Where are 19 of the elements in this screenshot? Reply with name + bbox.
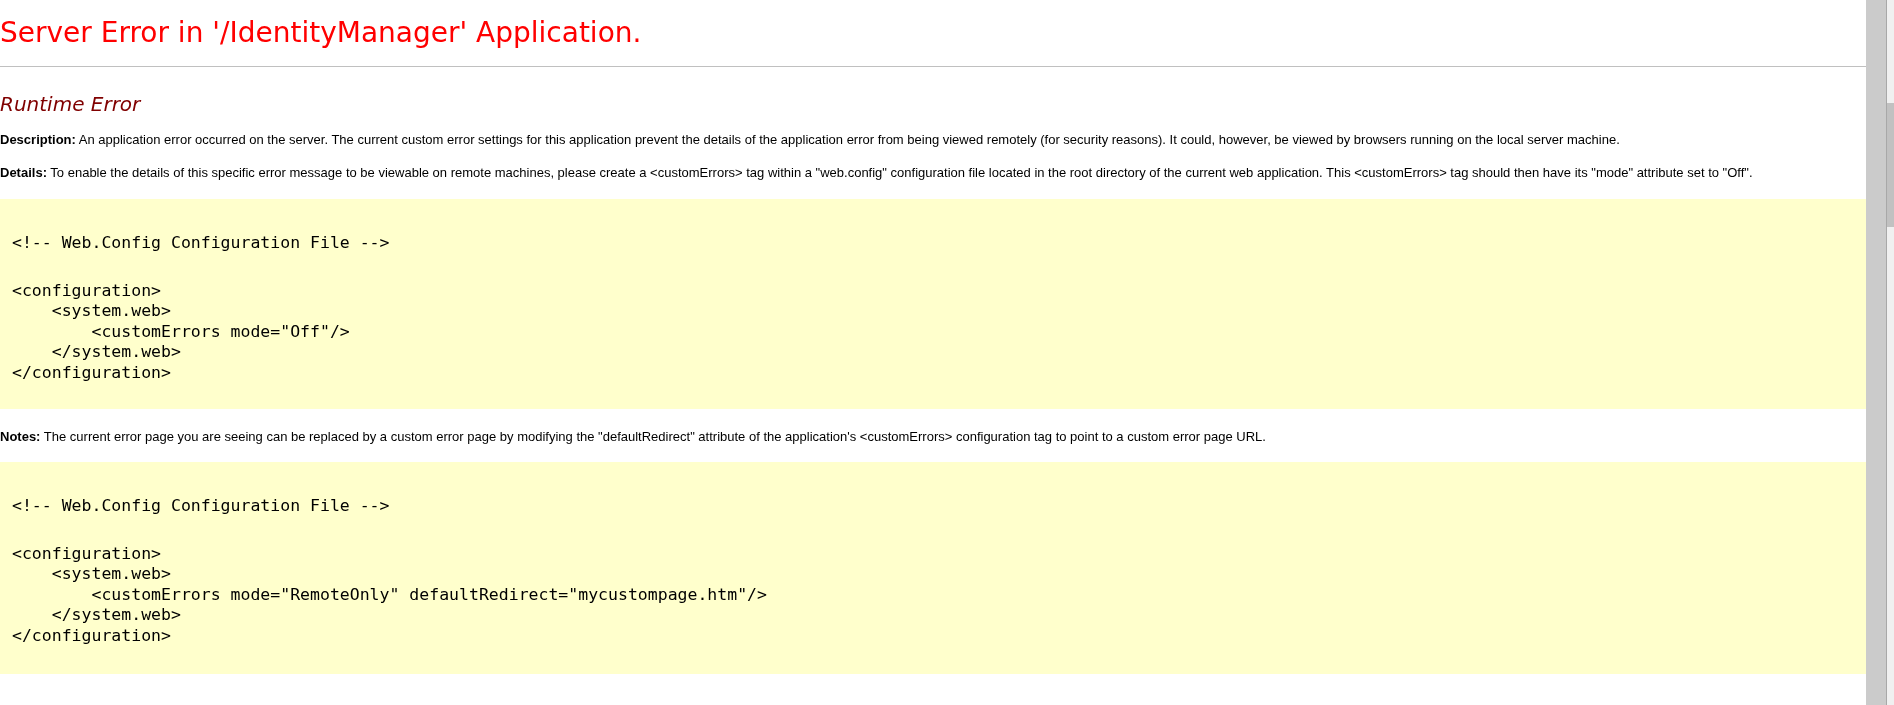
code-comment: <!-- Web.Config Configuration File --> — [12, 496, 390, 517]
code-line: <configuration> — [12, 543, 161, 564]
code-line: <system.web> — [50, 564, 171, 585]
description-text: Description: An application error occurred on the server. The current custom error settings for this application prevent the details of the application error from being viewed remotely (for security reasons). It could, however, be viewed by browsers running on the local server machine. — [0, 131, 1621, 148]
code-line: <configuration> — [12, 280, 161, 301]
error-heading: Runtime Error — [0, 91, 141, 117]
code-line: </configuration> — [12, 625, 171, 646]
code-line: </system.web> — [50, 342, 181, 363]
code-line: <customErrors mode="Off"/> — [90, 321, 350, 342]
code-line: <system.web> — [50, 301, 171, 322]
code-comment: <!-- Web.Config Configuration File --> — [12, 233, 390, 254]
scrollbar-thumb[interactable] — [1887, 103, 1894, 227]
code-line: <customErrors mode="RemoteOnly" defaultRedirect="mycustompage.htm"/> — [90, 584, 767, 605]
code-line: </configuration> — [12, 362, 171, 383]
scrollbar[interactable] — [1887, 0, 1894, 705]
details-text: Details: To enable the details of this specific error message to be viewable on remote machines, please create a <customErrors> tag within a "web.config" configuration file located in the root directory of the current web application. This <customErrors> tag should then have its "mode" attribute set to "Off". — [0, 164, 1754, 181]
page-title: Server Error in '/IdentityManager' Application. — [0, 15, 642, 50]
notes-text: Notes: The current error page you are seeing can be replaced by a custom error page by modifying the "defaultRedirect" attribute of the application's <customErrors> configuration tag to point to a custom error page URL. — [0, 428, 1267, 445]
code-line: </system.web> — [50, 605, 181, 626]
